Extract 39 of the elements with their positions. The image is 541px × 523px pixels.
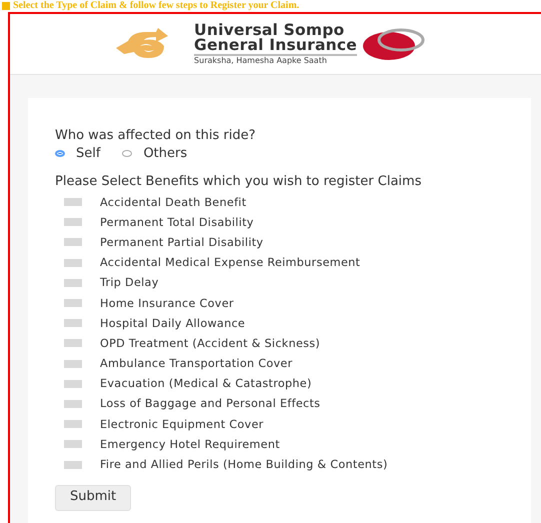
checkbox[interactable] [64,420,82,428]
checkbox-label: Hospital Daily Allowance [100,316,246,330]
logo-name: Universal Sompo [194,22,344,38]
checkbox-label: Electronic Equipment Cover [100,418,264,431]
checkbox-label: Permanent Total Disability [100,216,254,229]
logo-tagline: Suraksha, Hamesha Aapke Saath [194,56,327,66]
submit-button[interactable]: Submit [55,484,132,511]
checkbox[interactable] [64,339,82,348]
checkbox[interactable] [64,238,82,246]
checkbox[interactable] [64,258,82,267]
checkbox-label: Ambulance Transportation Cover [100,357,292,370]
page-heading: Select the Type of Claim & follow few steps to Register your Claim. [13,0,300,12]
checkbox-label: Accidental Medical Expense Reimbursement [100,256,360,270]
radio-option[interactable]: Others [122,146,188,161]
checkbox[interactable] [64,278,82,287]
checkbox-label: Evacuation (Medical & Catastrophe) [100,377,312,390]
checkbox-label: Trip Delay [100,276,159,290]
question-label: Who was affected on this ride? [55,128,257,144]
checkbox-label: Accidental Death Benefit [100,196,246,209]
logo-name: General Insurance [194,38,357,56]
bullet-icon [2,2,10,10]
checkbox-label: Permanent Partial Disability [100,236,264,249]
checkbox[interactable] [64,400,82,408]
benefits-label: Please Select Benefits which you wish to register Claims [55,175,422,189]
checkbox[interactable] [64,198,82,206]
logo-emblem-icon [360,27,427,61]
checkbox-label: Emergency Hotel Requirement [100,438,280,451]
checkbox[interactable] [64,299,82,308]
checkbox[interactable] [64,218,82,226]
checkbox[interactable] [64,460,82,469]
checkbox[interactable] [64,380,82,388]
radio-option[interactable]: Self [55,146,100,161]
checkbox-label: OPD Treatment (Accident & Sickness) [100,336,320,350]
checkbox[interactable] [64,440,82,448]
checkbox-label: Fire and Allied Perils (Home Building & Contents) [100,458,388,472]
checkbox[interactable] [64,360,82,368]
checkbox-label: Loss of Baggage and Personal Effects [100,397,320,410]
checkbox-label: Home Insurance Cover [100,296,234,310]
checkbox[interactable] [64,319,82,328]
